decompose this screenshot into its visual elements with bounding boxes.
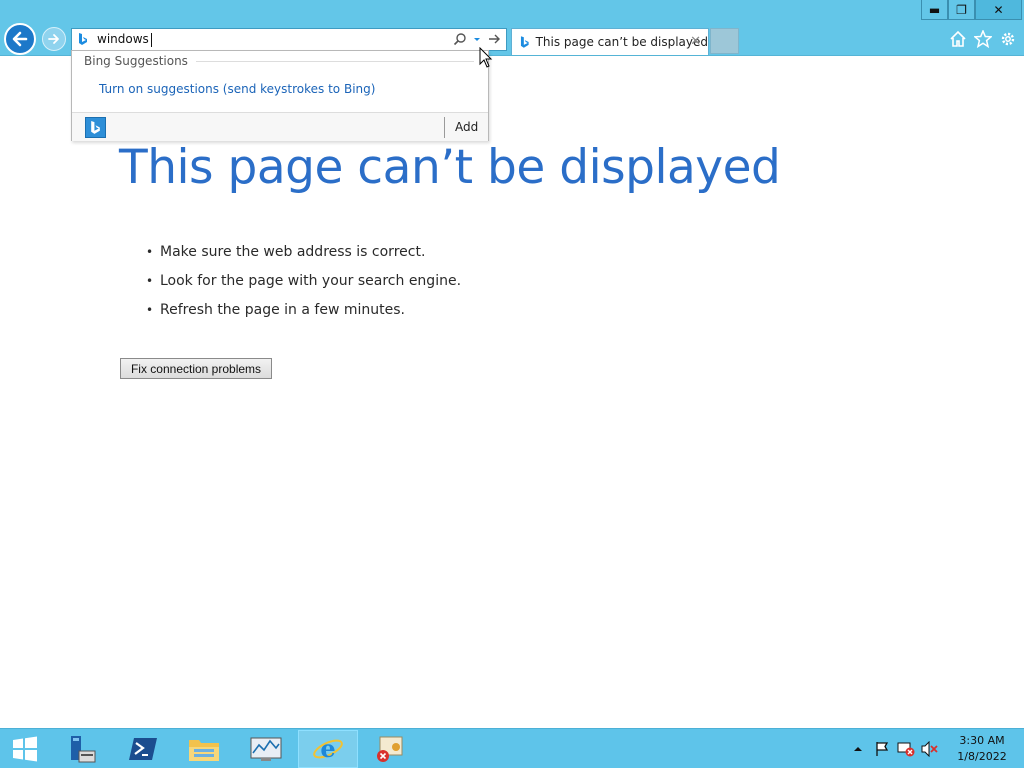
file-explorer-icon[interactable]	[174, 730, 234, 768]
svg-text:e: e	[320, 734, 335, 763]
search-provider-bar: Add	[72, 112, 488, 141]
home-icon[interactable]	[948, 29, 968, 49]
section-header: Bing Suggestions	[84, 54, 474, 68]
back-button[interactable]	[4, 23, 36, 55]
forward-button[interactable]	[42, 27, 66, 51]
add-provider-button[interactable]: Add	[455, 120, 478, 134]
divider	[195, 60, 474, 62]
fix-connection-problems-button[interactable]: Fix connection problems	[120, 358, 272, 379]
taskbar: e 3:30 AM 1/8/2022	[0, 728, 1024, 768]
turn-on-suggestions-link[interactable]: Turn on suggestions (send keystrokes to …	[99, 82, 375, 96]
performance-monitor-icon[interactable]	[236, 730, 296, 768]
mouse-cursor-icon	[479, 47, 493, 68]
clock-date: 1/8/2022	[957, 750, 1007, 763]
server-manager-icon[interactable]	[52, 730, 112, 768]
powershell-icon[interactable]	[113, 730, 173, 768]
list-item: • Make sure the web address is correct.	[146, 243, 426, 260]
bing-icon	[78, 33, 90, 47]
back-arrow-icon	[12, 31, 28, 47]
system-clock[interactable]: 3:30 AM 1/8/2022	[952, 733, 1012, 765]
go-arrow-icon[interactable]	[487, 32, 501, 46]
divider	[444, 117, 445, 138]
internet-explorer-icon[interactable]: e	[298, 730, 358, 768]
tab-title: This page can’t be displayed	[535, 35, 708, 49]
clock-time: 3:30 AM	[959, 734, 1005, 747]
section-label: Bing Suggestions	[84, 54, 188, 68]
minimize-icon: ▬	[928, 2, 941, 17]
certificate-error-icon[interactable]	[360, 730, 420, 768]
page-title: This page can’t be displayed	[119, 140, 781, 195]
bing-tab-icon	[520, 35, 529, 48]
close-icon: ✕	[993, 2, 1004, 17]
show-hidden-icons-arrow[interactable]	[849, 740, 867, 758]
restore-button[interactable]: ❐	[948, 0, 975, 20]
volume-muted-icon[interactable]	[921, 740, 939, 758]
minimize-button[interactable]: ▬	[921, 0, 948, 20]
action-center-flag-icon[interactable]	[873, 740, 891, 758]
start-button[interactable]	[0, 729, 50, 769]
list-item: • Look for the page with your search engi…	[146, 272, 462, 289]
tips-list: • Make sure the web address is correct. •…	[146, 237, 461, 324]
search-suggestions-dropdown: Bing Suggestions Turn on suggestions (se…	[71, 50, 489, 141]
address-bar[interactable]: windows	[71, 28, 507, 51]
list-item: • Refresh the page in a few minutes.	[146, 301, 405, 318]
close-window-button[interactable]: ✕	[975, 0, 1022, 20]
new-tab-button[interactable]	[710, 28, 739, 54]
search-icon[interactable]	[453, 32, 467, 46]
bing-provider-icon[interactable]	[85, 117, 106, 138]
forward-arrow-icon	[48, 34, 59, 44]
tab-active[interactable]: This page can’t be displayed ✕	[511, 28, 709, 55]
dropdown-arrow-icon[interactable]	[473, 32, 481, 46]
tab-close-icon[interactable]: ✕	[690, 34, 701, 49]
favorites-star-icon[interactable]	[973, 29, 993, 49]
browser-chrome: ▬ ❐ ✕ windows This page can’t be display…	[0, 0, 1024, 56]
windows-logo-icon	[13, 736, 37, 762]
settings-gear-icon[interactable]	[998, 29, 1018, 49]
restore-icon: ❐	[956, 2, 967, 17]
network-error-icon[interactable]	[897, 740, 915, 758]
address-input[interactable]: windows	[97, 32, 152, 47]
